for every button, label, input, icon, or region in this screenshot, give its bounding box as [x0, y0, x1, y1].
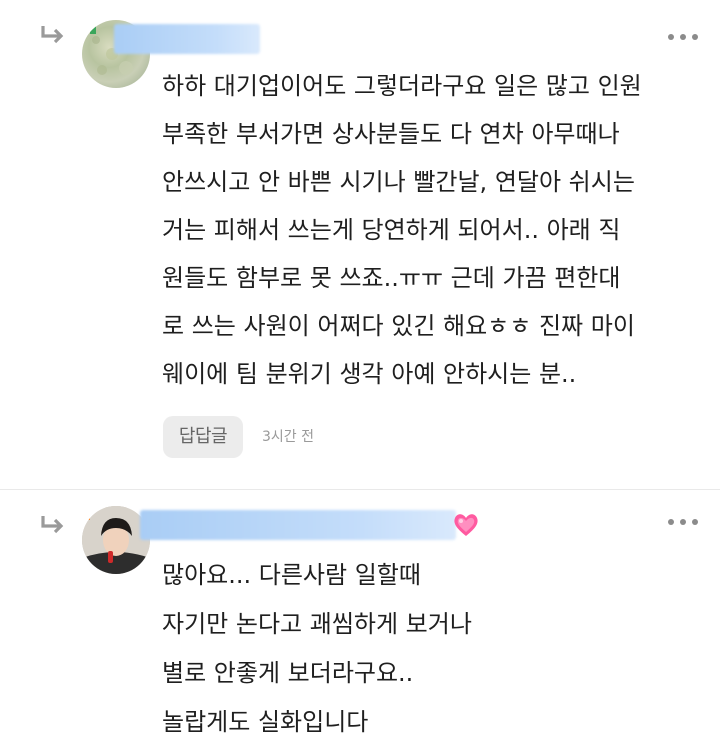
comment-line: 많아요... 다른사람 일할때	[162, 561, 421, 589]
reply-arrow-icon	[41, 516, 64, 534]
comment-line: 안쓰시고 안 바쁜 시기나 빨간날, 연달아 쉬시는	[162, 168, 635, 196]
comment-line: 거는 피해서 쓰는게 당연하게 되어서.. 아래 직	[162, 216, 621, 244]
reply-button[interactable]: 답답글	[163, 416, 243, 458]
comment-line: 별로 안좋게 보더라구요..	[162, 659, 414, 687]
more-dots-icon[interactable]	[668, 517, 698, 527]
comment-line: 놀랍게도 실화입니다	[162, 708, 369, 736]
comment-item: 하하 대기업이어도 그렇더라구요 일은 많고 인원 부족한 부서가면 상사분들도…	[0, 0, 720, 490]
timestamp: 3시간 전	[262, 429, 314, 445]
more-dots-icon[interactable]	[668, 32, 698, 42]
comment-line: 자기만 논다고 괘씸하게 보거나	[162, 610, 472, 638]
comment-item: 많아요... 다른사람 일할때 자기만 논다고 괘씸하게 보거나 별로 안좋게 …	[0, 490, 720, 744]
comment-line: 부족한 부서가면 상사분들도 다 연차 아무때나	[162, 120, 620, 148]
heart-icon	[454, 514, 478, 536]
comment-line: 하하 대기업이어도 그렇더라구요 일은 많고 인원	[162, 72, 642, 100]
comment-text: 많아요... 다른사람 일할때 자기만 논다고 괘씸하게 보거나 별로 안좋게 …	[162, 551, 707, 747]
nickname-blurred[interactable]	[114, 24, 260, 54]
nickname-blurred[interactable]	[140, 510, 456, 540]
comment-line: 로 쓰는 사원이 어쩌다 있긴 해요ㅎㅎ 진짜 마이	[162, 312, 635, 340]
comment-line: 웨이에 팀 분위기 생각 아예 안하시는 분..	[162, 360, 577, 388]
comment-line: 원들도 함부로 못 쓰죠..ㅠㅠ 근데 가끔 편한대	[162, 264, 621, 292]
reply-arrow-icon	[41, 26, 64, 44]
comment-text: 하하 대기업이어도 그렇더라구요 일은 많고 인원 부족한 부서가면 상사분들도…	[162, 62, 707, 398]
